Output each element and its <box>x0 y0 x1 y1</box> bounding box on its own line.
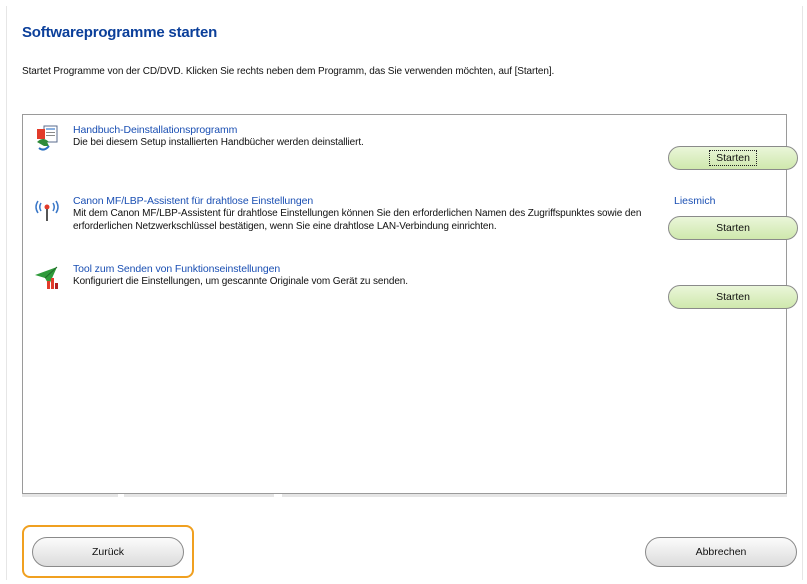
back-button[interactable]: Zurück <box>32 537 184 567</box>
send-function-settings-icon <box>33 263 61 291</box>
program-description: Die bei diesem Setup installierten Handb… <box>73 137 364 148</box>
cancel-button[interactable]: Abbrechen <box>645 537 797 567</box>
start-button-send-function-tool[interactable]: Starten <box>668 285 798 309</box>
cancel-button-label: Abbrechen <box>695 546 747 558</box>
program-description: Konfiguriert die Einstellungen, um gesca… <box>73 276 408 287</box>
readme-link[interactable]: Liesmich <box>674 195 715 207</box>
program-title[interactable]: Handbuch-Deinstallationsprogramm <box>73 124 237 136</box>
panel-divider <box>282 494 787 497</box>
panel-divider <box>22 494 118 497</box>
back-button-label: Zurück <box>91 546 125 558</box>
start-button-label: Starten <box>709 150 757 166</box>
program-description: Mit dem Canon MF/LBP-Assistent für draht… <box>73 208 642 232</box>
program-title[interactable]: Tool zum Senden von Funktionseinstellung… <box>73 263 280 275</box>
start-button-manual-uninstall[interactable]: Starten <box>668 146 798 170</box>
panel-divider <box>124 494 274 497</box>
wireless-antenna-icon <box>33 195 61 223</box>
start-button-label: Starten <box>716 222 750 234</box>
page-title: Softwareprogramme starten <box>22 24 218 41</box>
manual-uninstall-icon <box>33 124 61 152</box>
start-button-wireless-assistant[interactable]: Starten <box>668 216 798 240</box>
program-list-panel: Handbuch-Deinstallationsprogramm Die bei… <box>22 114 798 494</box>
page-instruction: Startet Programme von der CD/DVD. Klicke… <box>22 66 555 77</box>
program-title[interactable]: Canon MF/LBP-Assistent für drahtlose Ein… <box>73 195 313 207</box>
start-button-label: Starten <box>716 291 750 303</box>
